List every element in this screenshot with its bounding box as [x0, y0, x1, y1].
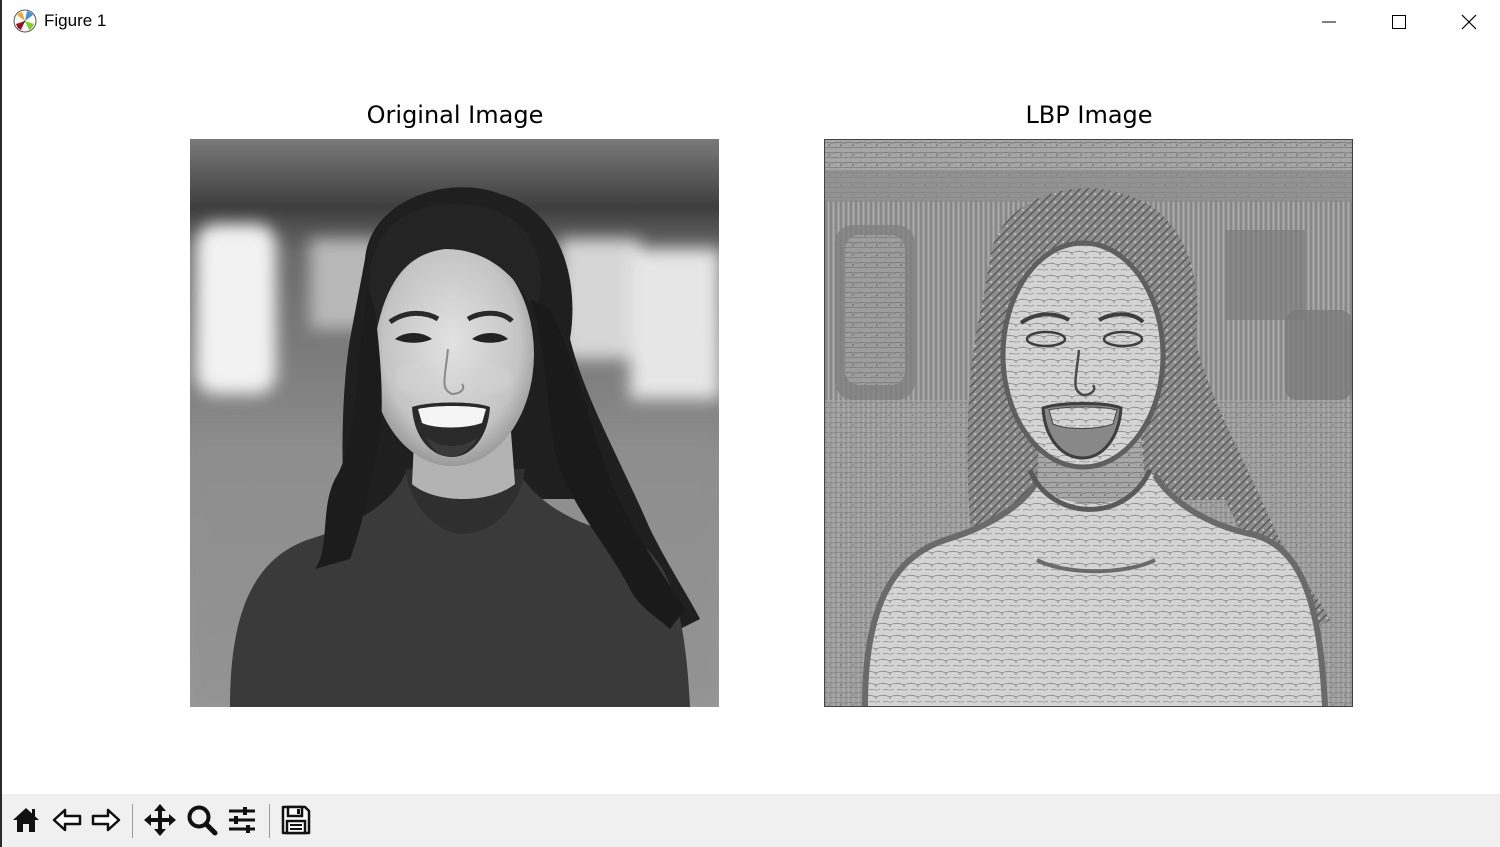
close-button[interactable] [1434, 0, 1500, 44]
matplotlib-icon [13, 9, 37, 33]
pan-icon [143, 803, 177, 841]
zoom-button[interactable] [184, 804, 220, 840]
maximize-button[interactable] [1364, 0, 1434, 44]
title-bar: Figure 1 [2, 0, 1500, 44]
save-button[interactable] [278, 804, 314, 840]
back-button[interactable] [49, 804, 85, 840]
figure-window: Figure 1 Original Image LBP Image [0, 0, 1500, 847]
configure-subplots-icon [226, 804, 258, 840]
axes-title-lbp: LBP Image [1025, 101, 1153, 129]
window-title: Figure 1 [44, 11, 107, 30]
original-image [190, 139, 719, 707]
pan-button[interactable] [142, 804, 178, 840]
forward-button[interactable] [88, 804, 124, 840]
navigation-toolbar [2, 794, 1500, 847]
forward-icon [90, 804, 122, 840]
figure-canvas[interactable]: Original Image LBP Image [2, 44, 1500, 794]
minimize-icon [1321, 14, 1337, 30]
configure-subplots-button[interactable] [224, 804, 260, 840]
close-icon [1460, 13, 1478, 31]
home-icon [10, 804, 42, 840]
toolbar-separator [132, 804, 133, 838]
back-icon [51, 804, 83, 840]
home-button[interactable] [8, 804, 44, 840]
minimize-button[interactable] [1294, 0, 1364, 44]
zoom-icon [186, 804, 218, 840]
lbp-image [824, 139, 1353, 707]
save-icon [280, 804, 312, 840]
axes-title-original: Original Image [366, 101, 544, 129]
toolbar-separator [269, 804, 270, 838]
maximize-icon [1391, 14, 1407, 30]
